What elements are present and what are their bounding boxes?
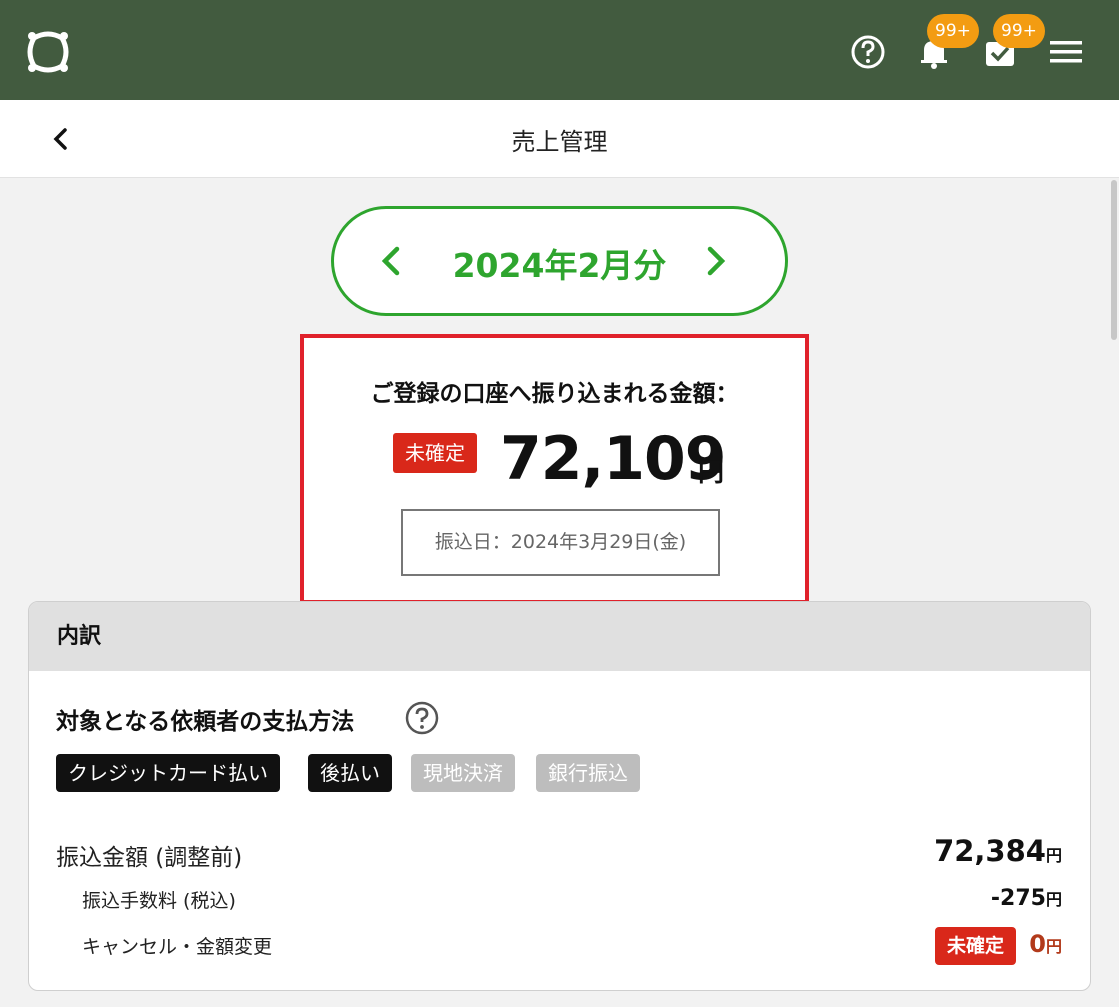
scrollbar[interactable]	[1111, 180, 1117, 340]
payment-method-chip: 銀行振込	[536, 754, 640, 792]
gross-amount-label: 振込金額 (調整前)	[56, 845, 243, 871]
menu-icon[interactable]	[1046, 32, 1086, 72]
transfer-date: 振込日：2024年3月29日(金)	[401, 509, 720, 576]
fee-label: 振込手数料 (税込)	[82, 890, 236, 912]
payout-amount: 72,109	[500, 424, 727, 494]
payment-method-chip: 後払い	[308, 754, 392, 792]
payout-caption: ご登録の口座へ振り込まれる金額：	[370, 381, 739, 407]
breakdown-card: 内訳 対象となる依頼者の支払方法 クレジットカード払い 後払い 現地決済 銀行振…	[28, 601, 1091, 991]
question-icon[interactable]	[404, 700, 440, 736]
fee-value: -275円	[990, 886, 1062, 911]
cancel-label: キャンセル・金額変更	[82, 936, 273, 958]
gross-amount-value: 72,384円	[934, 834, 1062, 868]
notifications-badge: 99+	[927, 14, 979, 48]
payment-method-chip: 現地決済	[411, 754, 515, 792]
payout-unit: 円	[698, 458, 725, 488]
tasks-badge: 99+	[993, 14, 1045, 48]
app-bar: 99+ 99+	[0, 0, 1119, 100]
chevron-right-icon[interactable]	[697, 243, 733, 279]
cancel-value: 0円	[1029, 930, 1062, 958]
page-title: 売上管理	[511, 128, 608, 156]
month-selector: 2024年2月分	[331, 206, 788, 316]
status-badge: 未確定	[393, 433, 477, 473]
page-header: 売上管理	[0, 100, 1119, 178]
logo-icon[interactable]	[24, 28, 72, 76]
breakdown-heading: 内訳	[29, 602, 1090, 671]
help-icon[interactable]	[848, 32, 888, 72]
payment-method-chip: クレジットカード払い	[56, 754, 280, 792]
status-badge: 未確定	[934, 927, 1016, 965]
payout-summary: ご登録の口座へ振り込まれる金額： 未確定 72,109 円 振込日：2024年3…	[300, 334, 809, 604]
payment-method-title: 対象となる依頼者の支払方法	[56, 709, 355, 735]
